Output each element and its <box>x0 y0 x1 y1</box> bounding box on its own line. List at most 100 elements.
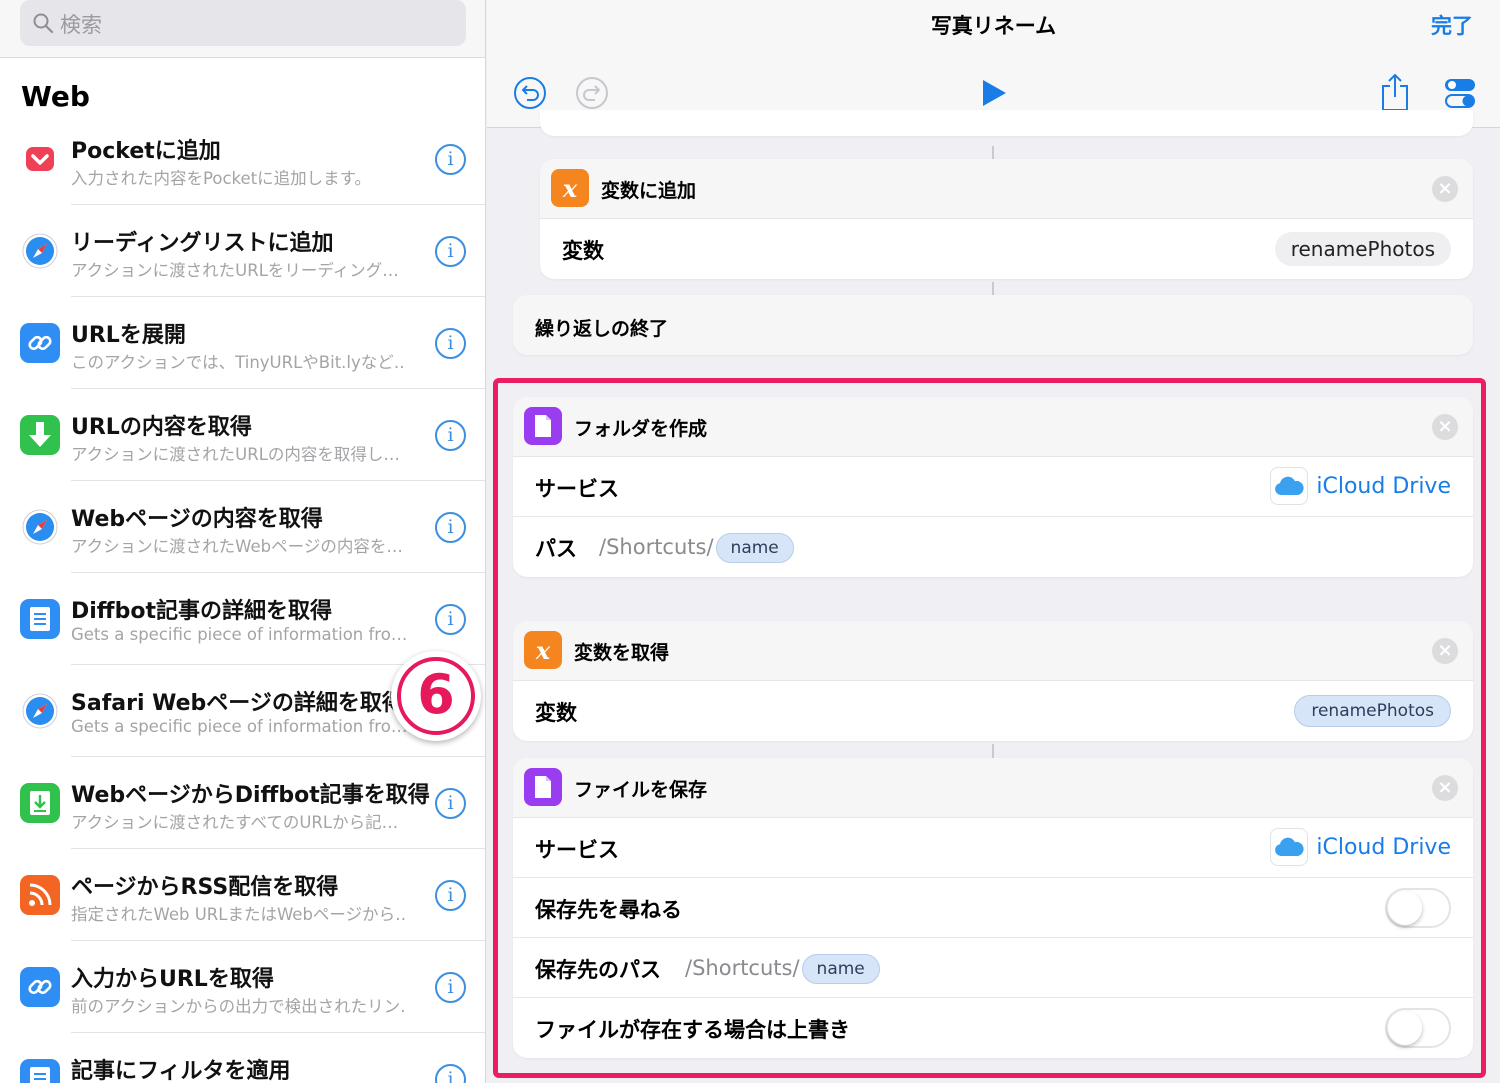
save-path-field[interactable]: /Shortcuts/name <box>685 954 880 984</box>
done-button[interactable]: 完了 <box>1431 10 1473 40</box>
action-description: 入力された内容をPocketに追加します。 <box>71 169 371 188</box>
end-repeat-card[interactable]: 繰り返しの終了 <box>513 295 1473 355</box>
action-title: URLを展開 <box>71 323 186 348</box>
play-icon[interactable] <box>980 79 1008 107</box>
info-icon[interactable]: i <box>435 788 466 819</box>
action-title: ページからRSS配信を取得 <box>71 875 339 900</box>
get-variable-card[interactable]: x 変数を取得 × 変数 renamePhotos <box>513 621 1473 741</box>
action-title: Webページの内容を取得 <box>71 507 323 532</box>
overwrite-row: ファイルが存在する場合は上書き <box>513 998 1473 1058</box>
action-title: URLの内容を取得 <box>71 415 252 440</box>
category-title: Web <box>21 80 90 113</box>
action-list-item[interactable]: WebページからDiffbot記事を取得 アクションに渡されたすべてのURLから記… <box>0 757 485 849</box>
article-icon <box>20 599 60 639</box>
info-icon[interactable]: i <box>435 420 466 451</box>
search-input[interactable]: 検索 <box>20 0 466 46</box>
action-list-item[interactable]: リーディングリストに追加アクションに渡されたURLをリーディング… i <box>0 205 485 297</box>
card-title: 変数を取得 <box>574 642 670 664</box>
path-row: パス /Shortcuts/name <box>513 517 1473 577</box>
variable-label: 変数 <box>562 239 604 263</box>
variable-token[interactable]: renamePhotos <box>1294 695 1451 727</box>
close-icon[interactable]: × <box>1432 414 1458 440</box>
flow-connector <box>992 282 994 296</box>
card-title: フォルダを作成 <box>574 418 708 440</box>
redo-icon[interactable] <box>575 76 609 110</box>
path-label: パス <box>535 537 577 561</box>
action-list-item[interactable]: 入力からURLを取得 前のアクションからの出力で検出されたリン… i <box>0 941 485 1033</box>
undo-icon[interactable] <box>513 76 547 110</box>
overwrite-label: ファイルが存在する場合は上書き <box>535 1018 850 1042</box>
action-description: アクションに渡されたURLをリーディング… <box>71 261 399 280</box>
safari-icon <box>20 507 60 547</box>
ask-destination-label: 保存先を尋ねる <box>535 898 682 922</box>
article-download-icon <box>20 783 60 823</box>
ask-destination-row: 保存先を尋ねる <box>513 878 1473 938</box>
path-prefix: /Shortcuts/ <box>685 956 800 980</box>
path-prefix: /Shortcuts/ <box>599 535 714 559</box>
action-description: アクションに渡されたすべてのURLから記… <box>71 813 399 832</box>
save-file-card[interactable]: ファイルを保存 × サービス iCloud Drive 保存先を尋ねる 保存先の… <box>513 758 1473 1058</box>
step-number-badge: 6 <box>391 651 481 741</box>
variable-name-field[interactable]: renamePhotos <box>1274 232 1451 266</box>
action-title: Safari Webページの詳細を取得 <box>71 691 404 716</box>
path-variable-token[interactable]: name <box>801 954 880 984</box>
close-icon[interactable]: × <box>1432 176 1458 202</box>
action-list-item[interactable]: Pocketに追加入力された内容をPocketに追加します。 i <box>0 113 485 205</box>
save-path-row: 保存先のパス /Shortcuts/name <box>513 938 1473 998</box>
shortcut-editor: 写真リネーム 完了 x 変数に追加 × 変数 renamePhotos 繰り返し… <box>487 0 1500 1083</box>
action-title: 入力からURLを取得 <box>71 967 274 992</box>
card-title: 繰り返しの終了 <box>535 318 669 340</box>
previous-action-card <box>540 110 1473 136</box>
action-list-item[interactable]: 記事にフィルタを適用 i <box>0 1033 485 1083</box>
action-description: Gets a specific piece of information fro… <box>71 625 406 644</box>
info-icon[interactable]: i <box>435 512 466 543</box>
close-icon[interactable]: × <box>1432 638 1458 664</box>
info-icon[interactable]: i <box>435 972 466 1003</box>
action-description: アクションに渡されたURLの内容を取得し… <box>71 445 400 464</box>
file-icon <box>524 768 562 806</box>
download-icon <box>20 415 60 455</box>
info-icon[interactable]: i <box>435 880 466 911</box>
step-number: 6 <box>397 657 475 735</box>
action-title: Diffbot記事の詳細を取得 <box>71 599 333 624</box>
action-list-item[interactable]: ページからRSS配信を取得 指定されたWeb URLまたはWebページから… i <box>0 849 485 941</box>
info-icon[interactable]: i <box>435 604 466 635</box>
path-variable-token[interactable]: name <box>715 533 794 563</box>
action-title: 記事にフィルタを適用 <box>71 1059 291 1083</box>
share-icon[interactable] <box>1380 72 1410 112</box>
card-header: ファイルを保存 × <box>513 758 1473 818</box>
shortcut-title: 写真リネーム <box>930 14 1057 38</box>
action-title: Pocketに追加 <box>71 139 221 164</box>
save-path-label: 保存先のパス <box>535 958 661 982</box>
info-icon[interactable]: i <box>435 236 466 267</box>
overwrite-toggle[interactable] <box>1385 1008 1451 1048</box>
service-picker[interactable]: iCloud Drive <box>1270 828 1451 866</box>
action-list-item[interactable]: URLの内容を取得アクションに渡されたURLの内容を取得し… i <box>0 389 485 481</box>
action-title: リーディングリストに追加 <box>71 231 334 256</box>
add-to-variable-card[interactable]: x 変数に追加 × 変数 renamePhotos <box>540 159 1473 279</box>
service-picker[interactable]: iCloud Drive <box>1270 467 1451 505</box>
info-icon[interactable]: i <box>435 328 466 359</box>
create-folder-card[interactable]: フォルダを作成 × サービス iCloud Drive パス /Shortcut… <box>513 397 1473 577</box>
action-list-item[interactable]: Webページの内容を取得 アクションに渡されたWebページの内容を… i <box>0 481 485 573</box>
path-field[interactable]: /Shortcuts/name <box>599 533 794 563</box>
action-list-item[interactable]: Diffbot記事の詳細を取得 Gets a specific piece of … <box>0 573 485 665</box>
close-icon[interactable]: × <box>1432 775 1458 801</box>
info-icon[interactable]: i <box>435 144 466 175</box>
ask-destination-toggle[interactable] <box>1385 888 1451 928</box>
card-header: フォルダを作成 × <box>513 397 1473 457</box>
flow-connector <box>992 744 994 758</box>
service-row: サービス iCloud Drive <box>513 457 1473 517</box>
service-label: サービス <box>535 838 619 862</box>
editor-toolbar: 写真リネーム 完了 <box>487 0 1500 128</box>
variable-row: 変数 renamePhotos <box>540 219 1473 279</box>
rss-icon <box>20 875 60 915</box>
action-list-item[interactable]: URLを展開 このアクションでは、TinyURLやBit.lyなど… i <box>0 297 485 389</box>
service-label: サービス <box>535 477 619 501</box>
search-placeholder: 検索 <box>60 13 102 37</box>
settings-toggle-icon[interactable] <box>1444 77 1476 109</box>
info-icon[interactable]: i <box>435 1064 466 1083</box>
service-row: サービス iCloud Drive <box>513 818 1473 878</box>
search-bar: 検索 <box>0 0 485 58</box>
file-icon <box>524 407 562 445</box>
